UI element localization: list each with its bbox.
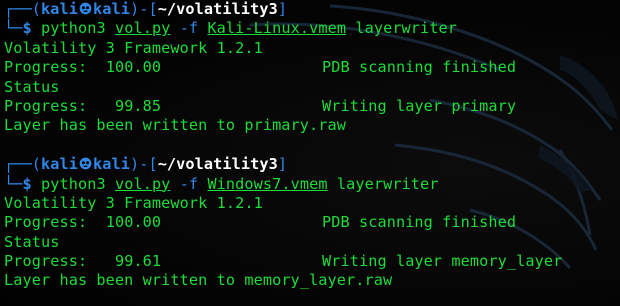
progress-label: Progress:: [4, 58, 88, 77]
prompt-user: kali: [40, 0, 78, 18]
prompt-frame-top: ┌──(: [4, 0, 41, 18]
progress-label: Progress:: [4, 96, 88, 115]
output-status: Status: [4, 232, 60, 251]
prompt-host: kali: [92, 0, 130, 18]
output-progress-line: Progress: 99.85 Writing layer primary: [4, 97, 616, 116]
prompt-frame-top: ┌──(: [4, 155, 41, 174]
command-script: vol.py: [114, 19, 171, 38]
progress-label: Progress:: [4, 213, 88, 232]
command-program: python3: [41, 19, 106, 38]
output-status: Status: [4, 77, 60, 96]
prompt-host: kali: [92, 155, 130, 174]
output-banner: Volatility 3 Framework 1.2.1: [4, 38, 263, 57]
command-plugin: layerwriter: [355, 19, 458, 38]
command-script: vol.py: [114, 174, 171, 193]
progress-status: Writing layer memory_layer: [322, 252, 563, 271]
terminal-output: ┌──(kali kali)-[~/volatility3] └─$ python…: [4, 0, 616, 291]
progress-value: 100.00: [105, 58, 162, 77]
prompt-header: ┌──(kali kali)-[~/volatility3]: [4, 155, 616, 174]
terminal-window[interactable]: ┌──(kali kali)-[~/volatility3] └─$ python…: [0, 0, 620, 306]
command-plugin: layerwriter: [336, 174, 439, 193]
prompt-separator: ]: [277, 0, 288, 18]
command-line[interactable]: └─$ python3 vol.py -f Windows7.vmem laye…: [4, 175, 616, 194]
prompt-separator: )-[: [129, 155, 158, 174]
command-flag: -f: [179, 174, 199, 193]
output-progress-line: Progress: 100.00 PDB scanning finished: [4, 58, 616, 77]
command-file: Kali-Linux.vmem: [207, 19, 347, 38]
prompt-dollar: $: [22, 19, 32, 38]
progress-value: 100.00: [105, 213, 162, 232]
prompt-frame-bottom: └─: [4, 174, 23, 193]
progress-label: Progress:: [4, 252, 88, 271]
prompt-separator: ]: [277, 155, 288, 174]
prompt-user: kali: [40, 155, 78, 174]
output-progress-line: Progress: 100.00 PDB scanning finished: [4, 213, 616, 232]
progress-value: 99.85: [105, 96, 162, 115]
output-progress-line: Progress: 99.61 Writing layer memory_laye…: [4, 252, 616, 271]
progress-status: Writing layer primary: [322, 96, 517, 115]
progress-value: 99.61: [105, 252, 162, 271]
prompt-cwd: ~/volatility3: [157, 155, 278, 174]
command-line[interactable]: └─$ python3 vol.py -f Kali-Linux.vmem la…: [4, 19, 616, 38]
prompt-cwd: ~/volatility3: [157, 0, 278, 18]
output-banner: Volatility 3 Framework 1.2.1: [4, 193, 263, 212]
command-program: python3: [41, 174, 106, 193]
progress-status: PDB scanning finished: [322, 58, 517, 77]
prompt-separator: )-[: [129, 0, 158, 18]
kali-skull-icon: [79, 2, 92, 15]
command-file: Windows7.vmem: [207, 174, 328, 193]
prompt-header: ┌──(kali kali)-[~/volatility3]: [4, 0, 616, 19]
progress-status: PDB scanning finished: [322, 213, 517, 232]
output-result: Layer has been written to primary.raw: [4, 116, 347, 135]
prompt-dollar: $: [22, 174, 32, 193]
kali-skull-icon: [79, 157, 92, 170]
output-result: Layer has been written to memory_layer.r…: [4, 271, 393, 290]
prompt-frame-bottom: └─: [4, 19, 23, 38]
command-flag: -f: [179, 19, 199, 38]
